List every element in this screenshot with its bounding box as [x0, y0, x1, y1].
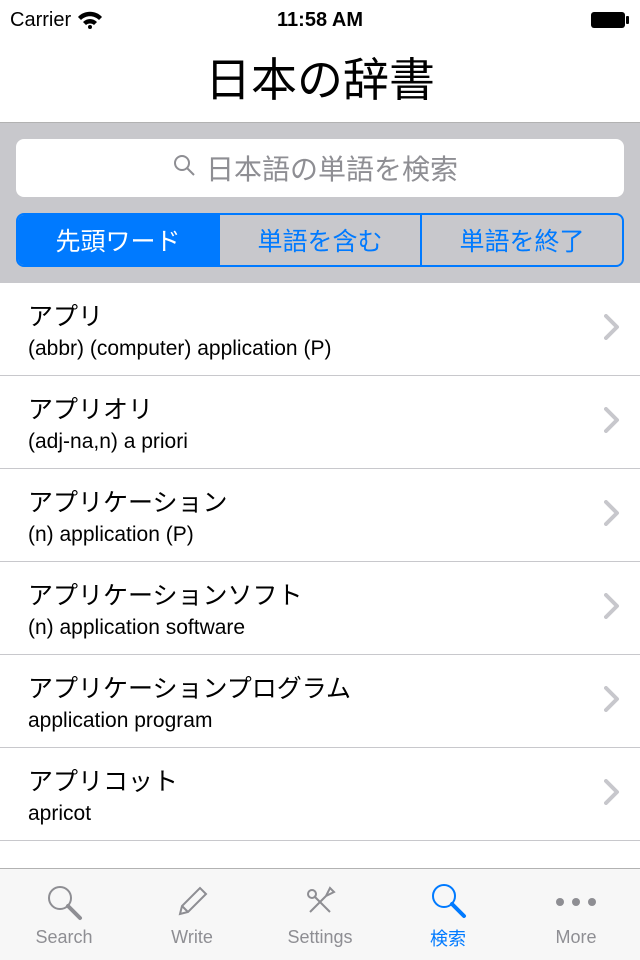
- pencil-icon: [172, 881, 212, 923]
- tools-icon: [300, 881, 340, 923]
- status-bar: Carrier 11:58 AM: [0, 0, 640, 40]
- tab-settings[interactable]: Settings: [256, 869, 384, 960]
- tab-more[interactable]: More: [512, 869, 640, 960]
- list-item[interactable]: アプリケーションソフト (n) application software: [0, 562, 640, 655]
- entry-word: アプリケーションプログラム: [28, 669, 594, 705]
- page-title: 日本の辞書: [0, 44, 640, 110]
- entry-definition: application program: [28, 709, 594, 733]
- entry-word: アプリオリ: [28, 390, 594, 426]
- chevron-right-icon: [604, 590, 620, 627]
- tab-bar: Search Write Settings 検索 More: [0, 868, 640, 960]
- battery-icon: [590, 11, 630, 29]
- tab-label: Search: [35, 927, 92, 948]
- row-text: アプリケーション (n) application (P): [28, 483, 594, 547]
- entry-definition: (adj-na,n) a priori: [28, 430, 594, 454]
- chevron-right-icon: [604, 683, 620, 720]
- list-item[interactable]: アプリコット apricot: [0, 748, 640, 841]
- entry-definition: (n) application software: [28, 616, 594, 640]
- search-icon: [44, 881, 84, 923]
- carrier-label: Carrier: [10, 9, 71, 32]
- list-item[interactable]: アプリオリ (adj-na,n) a priori: [0, 376, 640, 469]
- row-text: アプリコット apricot: [28, 762, 594, 826]
- entry-definition: apricot: [28, 802, 594, 826]
- row-text: アプリオリ (adj-na,n) a priori: [28, 390, 594, 454]
- tab-label: More: [555, 927, 596, 948]
- tab-検索[interactable]: 検索: [384, 869, 512, 960]
- entry-word: アプリ: [28, 297, 594, 333]
- entry-definition: (n) application (P): [28, 523, 594, 547]
- tab-label: 検索: [430, 925, 466, 951]
- entry-word: アプリコット: [28, 762, 594, 798]
- time-label: 11:58 AM: [277, 9, 363, 32]
- segment-starts-with[interactable]: 先頭ワード: [18, 215, 218, 265]
- segment-ends-with[interactable]: 単語を終了: [420, 215, 622, 265]
- row-text: アプリケーションプログラム application program: [28, 669, 594, 733]
- segmented-control: 先頭ワード 単語を含む 単語を終了: [16, 213, 624, 267]
- chevron-right-icon: [604, 311, 620, 348]
- search-icon: [428, 879, 468, 921]
- search-input[interactable]: 日本語の単語を検索: [16, 139, 624, 197]
- tab-write[interactable]: Write: [128, 869, 256, 960]
- tab-label: Write: [171, 927, 213, 948]
- search-placeholder: 日本語の単語を検索: [206, 148, 458, 188]
- list-item[interactable]: アプリケーション (n) application (P): [0, 469, 640, 562]
- list-item[interactable]: アプリ (abbr) (computer) application (P): [0, 283, 640, 376]
- segment-contains[interactable]: 単語を含む: [218, 215, 420, 265]
- entry-word: アプリケーション: [28, 483, 594, 519]
- row-text: アプリ (abbr) (computer) application (P): [28, 297, 594, 361]
- nav-bar: 日本の辞書: [0, 40, 640, 123]
- search-area: 日本語の単語を検索 先頭ワード 単語を含む 単語を終了: [0, 123, 640, 283]
- chevron-right-icon: [604, 776, 620, 813]
- tab-search[interactable]: Search: [0, 869, 128, 960]
- chevron-right-icon: [604, 497, 620, 534]
- results-list[interactable]: アプリ (abbr) (computer) application (P) アプ…: [0, 283, 640, 868]
- chevron-right-icon: [604, 404, 620, 441]
- tab-label: Settings: [287, 927, 352, 948]
- wifi-icon: [77, 10, 103, 30]
- search-icon: [172, 152, 196, 184]
- entry-definition: (abbr) (computer) application (P): [28, 337, 594, 361]
- more-icon: [556, 881, 596, 923]
- row-text: アプリケーションソフト (n) application software: [28, 576, 594, 640]
- list-item[interactable]: アプリケーションプログラム application program: [0, 655, 640, 748]
- entry-word: アプリケーションソフト: [28, 576, 594, 612]
